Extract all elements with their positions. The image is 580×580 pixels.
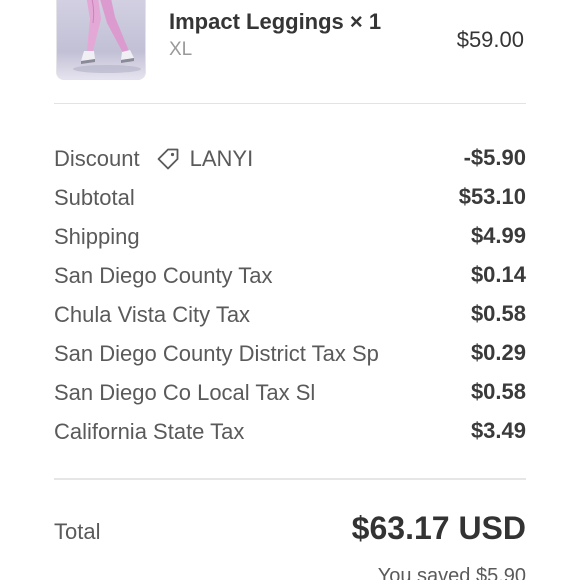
- line-value: $0.29: [470, 340, 526, 365]
- line-value: $0.58: [470, 301, 526, 326]
- line-value: $53.10: [458, 184, 526, 209]
- line-value: $0.14: [470, 262, 526, 287]
- total-label: Total: [54, 519, 101, 544]
- summary-line-state-tax: California State Tax $3.49: [54, 411, 526, 450]
- discount-code-text: LANYI: [189, 146, 254, 171]
- divider: [54, 103, 526, 104]
- discount-row: Discount LANYI -$5.90: [54, 138, 526, 177]
- product-quantity: × 1: [349, 9, 382, 34]
- discount-code: LANYI: [156, 146, 254, 172]
- summary-line-local-tax: San Diego Co Local Tax Sl $0.58: [54, 372, 526, 411]
- tag-icon: [157, 148, 178, 170]
- leggings-photo-icon: [73, 0, 141, 73]
- line-label: San Diego County District Tax Sp: [54, 341, 379, 366]
- line-label: San Diego County Tax: [54, 263, 273, 288]
- discount-label: Discount: [54, 146, 140, 171]
- product-variant: XL: [169, 39, 193, 60]
- line-label: Shipping: [54, 224, 140, 249]
- line-label: Chula Vista City Tax: [54, 302, 251, 327]
- product-price: $59.00: [456, 27, 524, 52]
- line-value: $0.58: [470, 379, 526, 404]
- line-label: Subtotal: [54, 185, 135, 210]
- total-value: $63.17 USD: [351, 510, 526, 546]
- summary-line-district-tax: San Diego County District Tax Sp $0.29: [54, 333, 526, 372]
- savings-text: You saved $5.90: [377, 565, 526, 580]
- summary-line-county-tax: San Diego County Tax $0.14: [54, 255, 526, 294]
- order-summary: Impact Leggings × 1 XL $59.00 Discount L…: [0, 0, 580, 580]
- product-name: Impact Leggings: [169, 9, 344, 34]
- line-value: $3.49: [470, 418, 526, 443]
- summary-line-subtotal: Subtotal $53.10: [54, 177, 526, 216]
- line-label: California State Tax: [54, 419, 245, 444]
- product-title: Impact Leggings × 1: [169, 9, 381, 35]
- summary-line-shipping: Shipping $4.99: [54, 216, 526, 255]
- divider: [54, 478, 526, 480]
- line-label: San Diego Co Local Tax Sl: [54, 380, 316, 405]
- summary-lines: Discount LANYI -$5.90 Subtotal $53.10 Sh…: [54, 138, 526, 450]
- summary-line-city-tax: Chula Vista City Tax $0.58: [54, 294, 526, 333]
- product-image: [56, 0, 146, 80]
- discount-value: -$5.90: [463, 145, 526, 170]
- line-value: $4.99: [470, 223, 526, 248]
